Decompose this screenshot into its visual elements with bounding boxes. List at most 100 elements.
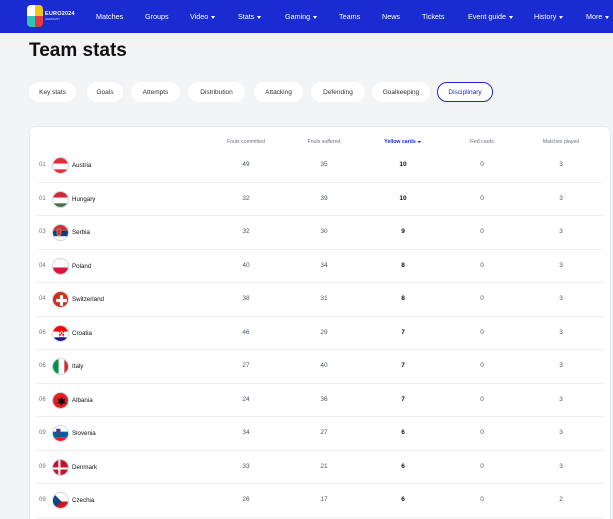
nav-item-history[interactable]: History	[534, 11, 564, 23]
chevron-down-icon	[508, 15, 513, 19]
fouls-suffered-value: 27	[320, 429, 328, 436]
red-cards-value: 0	[480, 328, 484, 336]
red-cards-value: 0	[480, 462, 484, 470]
yellow-cards-value: 10	[399, 161, 407, 168]
team-name[interactable]: Czechia	[72, 497, 94, 504]
euro2024-logo[interactable]: EURO2024 GERMANY	[27, 5, 77, 28]
column-header-matches-played[interactable]: Matches played	[543, 139, 579, 145]
fouls-suffered-value: 35	[320, 161, 328, 168]
nav-item-teams[interactable]: Teams	[339, 11, 360, 23]
team-name[interactable]: Italy	[72, 363, 83, 370]
euro2024-logo-icon	[27, 5, 43, 27]
row-rank: 03	[39, 229, 46, 235]
row-rank: 06	[39, 329, 46, 336]
yellow-cards-value: 8	[401, 261, 405, 269]
table-row[interactable]: 04 Poland 40 34 8 0 3	[29, 250, 611, 284]
nav-item-groups[interactable]: Groups	[145, 11, 169, 23]
tab-defending[interactable]: Defending	[311, 82, 365, 102]
red-cards-value: 0	[480, 261, 484, 269]
chevron-down-icon	[559, 15, 564, 19]
chevron-down-icon	[257, 15, 262, 19]
tab-goals[interactable]: Goals	[87, 82, 123, 102]
matches-played-value: 3	[559, 161, 563, 168]
nav-item-news[interactable]: News	[382, 11, 400, 23]
team-name[interactable]: Croatia	[72, 330, 92, 337]
croatia-flag-icon	[52, 324, 69, 342]
fouls-committed-value: 26	[242, 496, 250, 503]
matches-played-value: 3	[559, 328, 563, 336]
matches-played-value: 3	[559, 395, 563, 403]
matches-played-value: 3	[559, 362, 563, 369]
table-row[interactable]: 06 Croatia 46 29 7 0 3	[29, 317, 611, 351]
nav-item-tickets[interactable]: Tickets	[422, 11, 445, 23]
serbia-flag-icon	[52, 224, 69, 241]
fouls-suffered-value: 17	[320, 496, 328, 503]
matches-played-value: 3	[559, 295, 563, 302]
nav-item-more[interactable]: More	[586, 11, 610, 23]
team-name[interactable]: Austria	[72, 162, 91, 169]
row-rank: 09	[39, 430, 46, 436]
nav-item-video[interactable]: Video	[190, 11, 216, 23]
team-name[interactable]: Denmark	[72, 464, 97, 471]
denmark-flag-icon	[52, 458, 69, 476]
row-rank: 01	[39, 195, 46, 202]
matches-played-value: 3	[559, 228, 563, 235]
team-name[interactable]: Switzerland	[72, 296, 104, 303]
tab-goalkeeping[interactable]: Goalkeeping	[372, 82, 430, 102]
tab-key-stats[interactable]: Key stats	[29, 82, 76, 102]
table-row[interactable]: 03 Serbia 32 30 9 0 3	[29, 216, 611, 250]
table-row[interactable]: 09 Denmark 33 21 6 0 3	[29, 451, 611, 485]
nav-item-gaming[interactable]: Gaming	[285, 11, 318, 23]
matches-played-value: 3	[559, 429, 563, 436]
fouls-committed-value: 49	[242, 161, 250, 168]
table-row[interactable]: 04 Switzerland 38 31 8 0 3	[29, 283, 611, 317]
fouls-suffered-value: 30	[320, 228, 328, 235]
team-name[interactable]: Poland	[72, 263, 91, 270]
table-row[interactable]: 06 Albania 24 36 7 0 3	[29, 384, 611, 418]
fouls-suffered-value: 21	[320, 462, 328, 470]
sort-descending-icon	[417, 140, 422, 143]
tab-attacking[interactable]: Attacking	[254, 82, 303, 102]
matches-played-value: 3	[559, 261, 563, 269]
czechia-flag-icon	[52, 492, 69, 509]
fouls-committed-value: 32	[242, 194, 250, 202]
chevron-down-icon	[605, 15, 610, 19]
albania-flag-icon	[52, 391, 69, 409]
fouls-suffered-value: 34	[320, 261, 328, 269]
top-navbar: EURO2024 GERMANY Matches Groups Video St…	[0, 0, 613, 33]
nav-item-matches[interactable]: Matches	[96, 11, 123, 23]
fouls-committed-value: 24	[242, 395, 250, 403]
table-row[interactable]: 01 Austria 49 35 10 0 3	[29, 149, 611, 183]
red-cards-value: 0	[480, 496, 484, 503]
fouls-suffered-value: 39	[320, 194, 328, 202]
red-cards-value: 0	[480, 161, 484, 168]
team-name[interactable]: Serbia	[72, 229, 90, 236]
red-cards-value: 0	[480, 228, 484, 235]
poland-flag-icon	[52, 257, 69, 275]
italy-flag-icon	[52, 358, 69, 375]
fouls-committed-value: 33	[242, 462, 250, 470]
table-row[interactable]: 06 Italy 27 40 7 0 3	[29, 350, 611, 384]
team-name[interactable]: Slovenia	[72, 430, 96, 437]
column-header-red-cards[interactable]: Red cards	[470, 139, 494, 145]
table-row[interactable]: 09 Slovenia 34 27 6 0 3	[29, 417, 611, 451]
column-header-fouls-suffered[interactable]: Fouls suffered	[308, 139, 341, 145]
fouls-suffered-value: 29	[320, 328, 328, 336]
column-header-fouls-committed[interactable]: Fouls committed	[227, 139, 265, 145]
nav-item-event-guide[interactable]: Event guide	[468, 11, 513, 23]
red-cards-value: 0	[480, 295, 484, 302]
table-row[interactable]: 01 Hungary 32 39 10 0 3	[29, 183, 611, 217]
tab-attempts[interactable]: Attempts	[131, 82, 180, 102]
column-header-yellow-cards[interactable]: Yellow cards	[384, 139, 422, 145]
team-name[interactable]: Hungary	[72, 196, 95, 203]
row-rank: 06	[39, 396, 46, 403]
nav-item-stats[interactable]: Stats	[238, 11, 262, 23]
tab-disciplinary[interactable]: Disciplinary	[437, 82, 493, 102]
slovenia-flag-icon	[52, 425, 69, 442]
tab-distribution[interactable]: Distribution	[188, 82, 245, 102]
yellow-cards-value: 7	[401, 362, 405, 369]
chevron-down-icon	[211, 15, 216, 19]
row-rank: 09	[39, 497, 46, 503]
table-row[interactable]: 09 Czechia 26 17 6 0 2	[29, 484, 611, 518]
team-name[interactable]: Albania	[72, 397, 93, 404]
